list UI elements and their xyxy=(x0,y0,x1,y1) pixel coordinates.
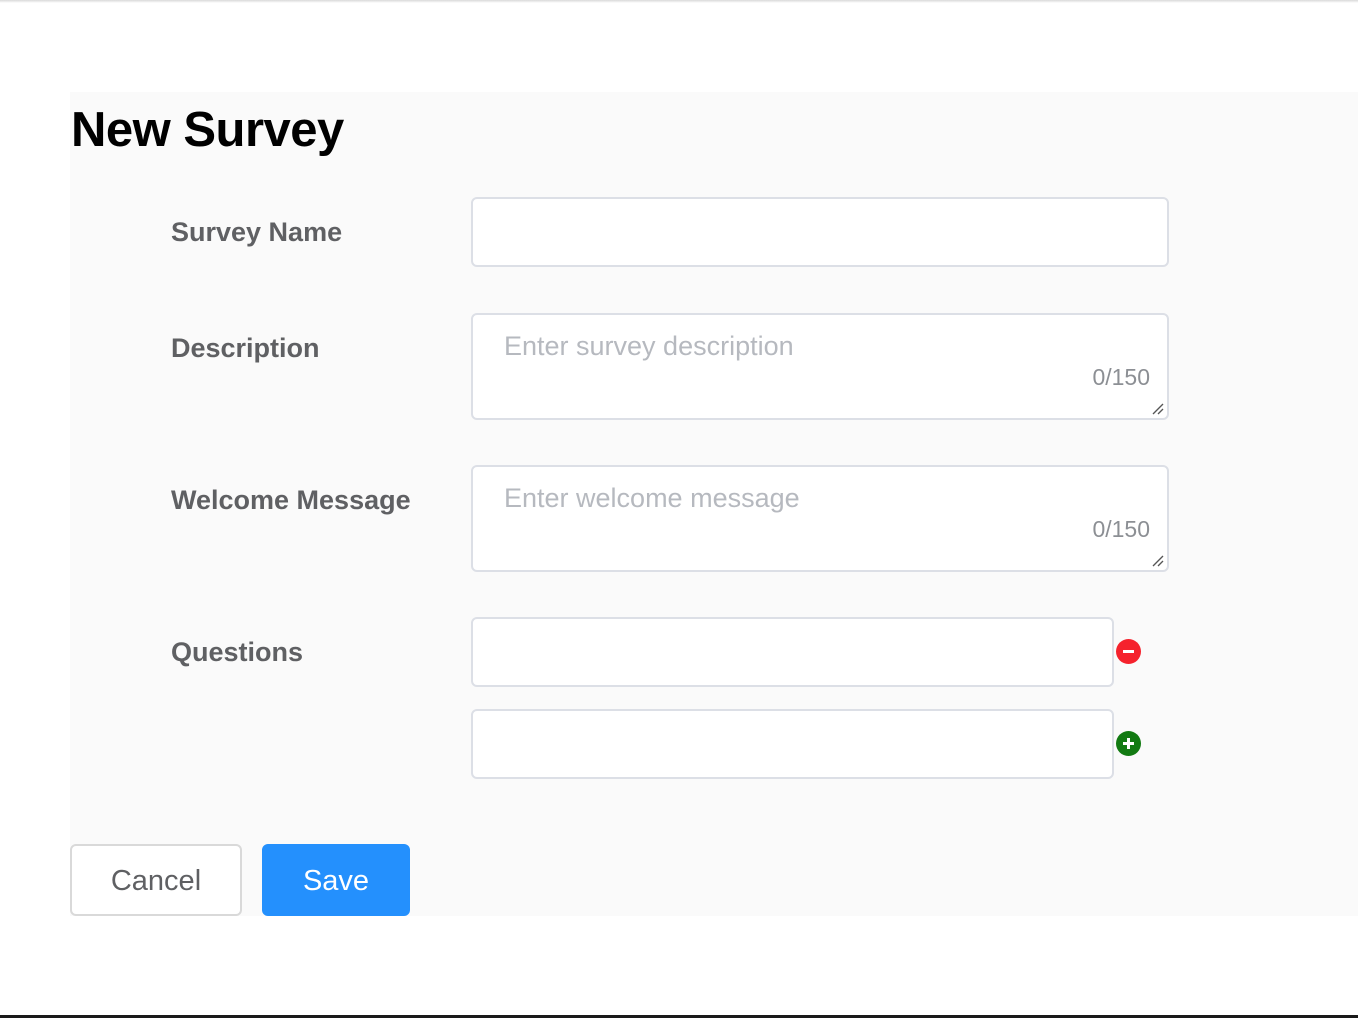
resize-handle-icon[interactable] xyxy=(1150,553,1164,567)
resize-handle-icon[interactable] xyxy=(1150,401,1164,415)
survey-name-label: Survey Name xyxy=(171,217,343,247)
page-title: New Survey xyxy=(71,103,344,157)
questions-label: Questions xyxy=(171,637,304,667)
save-button[interactable]: Save xyxy=(262,844,410,916)
plus-circle-icon[interactable] xyxy=(1116,731,1141,756)
survey-name-input[interactable] xyxy=(471,197,1169,267)
cancel-button[interactable]: Cancel xyxy=(70,844,242,916)
minus-circle-icon[interactable] xyxy=(1116,639,1141,664)
description-placeholder: Enter survey description xyxy=(504,331,794,361)
description-label: Description xyxy=(171,333,320,363)
question-input-1[interactable] xyxy=(471,617,1114,687)
welcome-message-placeholder: Enter welcome message xyxy=(504,483,800,513)
welcome-message-label: Welcome Message xyxy=(171,485,411,515)
description-textarea[interactable]: Enter survey description 0/150 xyxy=(471,313,1169,420)
question-input-2[interactable] xyxy=(471,709,1114,779)
minus-glyph-icon xyxy=(1123,650,1134,653)
welcome-message-textarea[interactable]: Enter welcome message 0/150 xyxy=(471,465,1169,572)
description-char-counter: 0/150 xyxy=(1092,364,1150,390)
plus-glyph-icon xyxy=(1123,738,1134,749)
top-shadow-divider xyxy=(0,0,1358,3)
welcome-message-char-counter: 0/150 xyxy=(1092,516,1150,542)
